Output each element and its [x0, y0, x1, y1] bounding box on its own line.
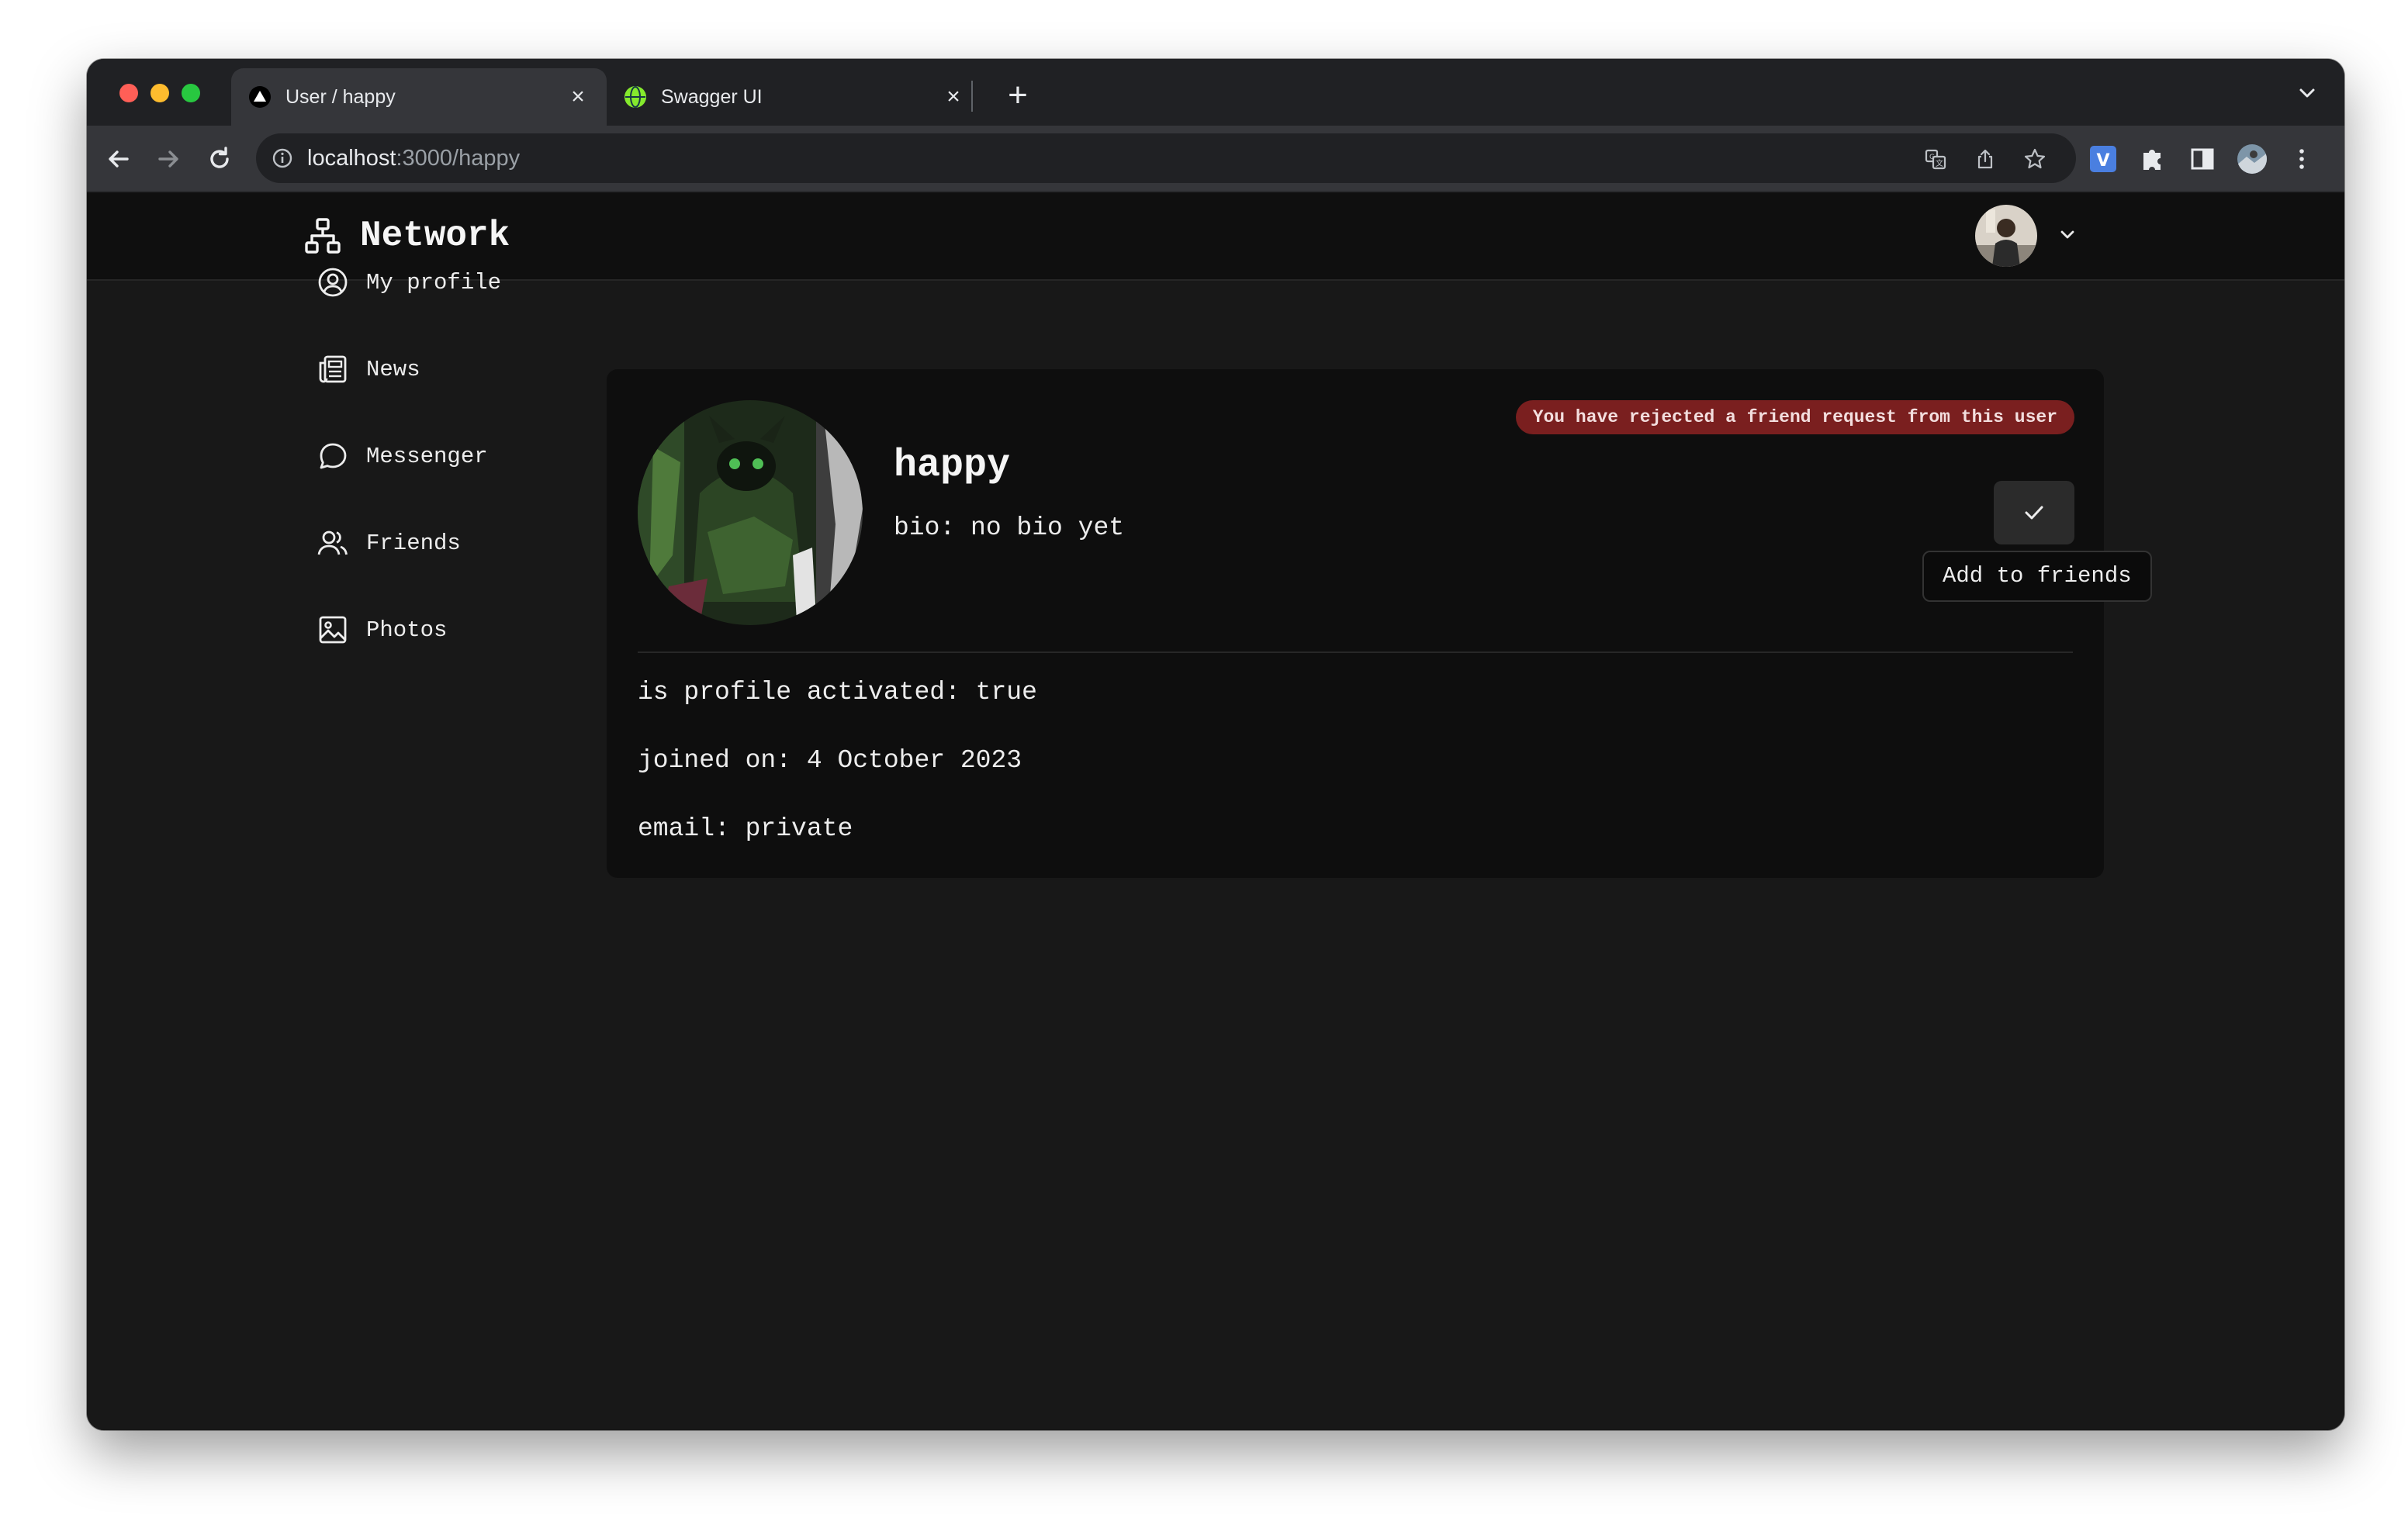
close-tab-icon[interactable]: ×	[566, 84, 590, 110]
profile-photo	[638, 400, 863, 625]
url-host: localhost	[307, 146, 396, 171]
swagger-globe-icon	[624, 86, 646, 108]
tab-title: Swagger UI	[661, 85, 763, 108]
status-badge: You have rejected a friend request from …	[1515, 400, 2074, 434]
newspaper-icon	[319, 355, 347, 383]
forward-arrow-icon[interactable]	[152, 143, 185, 175]
profile-username: happy	[894, 444, 1011, 488]
sidebar-nav: My profile News Messenger Friends Photos	[312, 239, 560, 673]
chevron-down-icon[interactable]	[2056, 223, 2079, 247]
fullscreen-window-button[interactable]	[182, 84, 200, 102]
profile-activated: is profile activated: true	[638, 678, 1037, 707]
tab-swagger-ui[interactable]: Swagger UI ×	[607, 68, 982, 126]
reload-icon[interactable]	[203, 143, 236, 175]
translate-icon[interactable]: G 文	[1924, 147, 1947, 171]
sidebar-item-friends[interactable]: Friends	[312, 499, 560, 586]
tab-separator	[971, 81, 973, 112]
sidebar-item-messenger[interactable]: Messenger	[312, 413, 560, 499]
profile-bio: bio: no bio yet	[894, 513, 1125, 542]
profile-avatar	[638, 400, 863, 625]
kebab-menu-icon[interactable]	[2285, 143, 2318, 175]
sidebar-item-news[interactable]: News	[312, 326, 560, 413]
url-path: :3000/happy	[396, 146, 521, 171]
tab-user-happy[interactable]: User / happy ×	[231, 68, 607, 126]
chevron-down-icon[interactable]	[2293, 79, 2321, 107]
users-icon	[317, 530, 348, 555]
share-icon[interactable]	[1974, 147, 1997, 171]
back-arrow-icon[interactable]	[102, 143, 135, 175]
new-tab-button[interactable]: +	[996, 74, 1040, 118]
star-icon[interactable]	[2023, 147, 2046, 171]
svg-text:G: G	[1929, 154, 1935, 161]
vercel-triangle-icon	[249, 86, 271, 108]
add-to-friends-button[interactable]	[1994, 481, 2074, 544]
puzzle-extensions-icon[interactable]	[2136, 143, 2169, 175]
profile-card: happy bio: no bio yet You have rejected …	[607, 369, 2152, 878]
profile-icon[interactable]	[2236, 143, 2268, 175]
profile-email: email: private	[638, 814, 853, 843]
check-icon	[2025, 506, 2043, 520]
side-panel-icon[interactable]	[2186, 143, 2219, 175]
sidebar-item-label: Friends	[366, 530, 461, 556]
close-tab-icon[interactable]: ×	[942, 84, 965, 110]
address-bar[interactable]: localhost:3000/happy G 文	[256, 133, 2076, 183]
chat-bubble-icon	[320, 443, 347, 469]
sidebar-item-label: My profile	[366, 269, 502, 295]
minimize-window-button[interactable]	[150, 84, 169, 102]
web-page: Network My profile News Messenger Friend…	[87, 192, 2344, 1430]
sidebar-item-my-profile[interactable]: My profile	[312, 239, 560, 326]
user-photo	[1975, 205, 2037, 267]
info-icon[interactable]	[272, 147, 293, 169]
divider	[638, 651, 2073, 653]
add-to-friends-tooltip: Add to friends	[1922, 551, 2152, 602]
browser-window: User / happy × Swagger UI × + localhost:…	[87, 59, 2344, 1430]
sidebar-item-label: News	[366, 356, 420, 382]
sidebar-item-label: Photos	[366, 617, 448, 643]
svg-text:文: 文	[1936, 158, 1943, 168]
sidebar-item-label: Messenger	[366, 443, 488, 469]
svg-text:V: V	[2096, 151, 2109, 171]
profile-joined-date: joined on: 4 October 2023	[638, 746, 1022, 775]
image-icon	[319, 616, 347, 644]
browser-toolbar: localhost:3000/happy G 文 V	[87, 126, 2344, 192]
tab-strip: User / happy × Swagger UI × +	[87, 59, 2344, 126]
url-text: localhost:3000/happy	[307, 133, 520, 183]
user-circle-icon	[318, 268, 348, 297]
avatar[interactable]	[1975, 205, 2037, 267]
close-window-button[interactable]	[119, 84, 138, 102]
v-extension-icon[interactable]: V	[2087, 143, 2119, 175]
tab-title: User / happy	[285, 85, 396, 108]
sidebar-item-photos[interactable]: Photos	[312, 586, 560, 673]
